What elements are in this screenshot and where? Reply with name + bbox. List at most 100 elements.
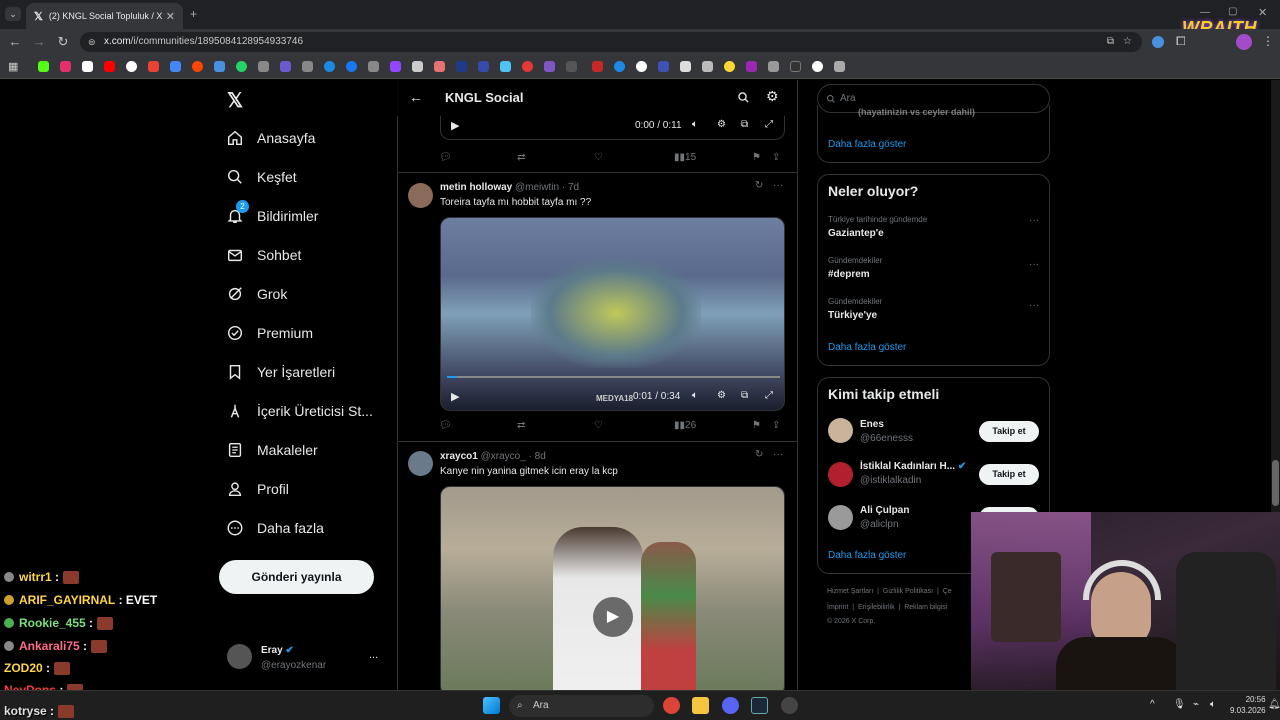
grok-explain-icon[interactable]: ↻ bbox=[755, 180, 763, 191]
search-icon[interactable] bbox=[737, 91, 750, 104]
bookmark-site-icon[interactable] bbox=[500, 61, 511, 72]
bookmark-kick-icon[interactable] bbox=[38, 61, 49, 72]
settings-icon[interactable]: ⚙ bbox=[717, 390, 726, 401]
like-icon[interactable]: ♡ bbox=[594, 152, 603, 163]
bookmark-site-icon[interactable] bbox=[636, 61, 647, 72]
nav-item-premium[interactable]: Premium bbox=[226, 320, 313, 346]
network-icon[interactable]: ⌁ bbox=[1193, 699, 1199, 710]
scrollbar-thumb[interactable] bbox=[1272, 460, 1279, 506]
bookmark-site-icon[interactable] bbox=[456, 61, 467, 72]
more-icon[interactable]: ··· bbox=[773, 449, 783, 460]
video-player[interactable]: ▶ 0:00 / 0:11 🔈︎ ⚙ ⧉ ⤢ bbox=[440, 112, 785, 140]
nav-item-articles[interactable]: Makaleler bbox=[226, 437, 318, 463]
bookmark-site-icon[interactable] bbox=[746, 61, 757, 72]
grok-explain-icon[interactable]: ↻ bbox=[755, 449, 763, 460]
bookmark-site-icon[interactable] bbox=[368, 61, 379, 72]
back-arrow-icon[interactable]: ← bbox=[409, 89, 423, 105]
bookmark-facebook-icon[interactable] bbox=[346, 61, 357, 72]
nav-item-bookmarks[interactable]: Yer İşaretleri bbox=[226, 359, 335, 385]
bookmark-site-icon[interactable] bbox=[790, 61, 801, 72]
settings-gear-icon[interactable]: ⚙ bbox=[766, 88, 779, 105]
bookmark-twitch-icon[interactable] bbox=[390, 61, 401, 72]
more-icon[interactable]: ··· bbox=[1029, 215, 1039, 226]
bookmark-translate-icon[interactable] bbox=[214, 61, 225, 72]
bookmark-site-icon[interactable] bbox=[478, 61, 489, 72]
tray-chevron-icon[interactable]: ^ bbox=[1150, 699, 1155, 710]
like-icon[interactable]: ♡ bbox=[594, 420, 603, 431]
extension-icon[interactable] bbox=[1152, 36, 1164, 48]
bookmark-site-icon[interactable] bbox=[702, 61, 713, 72]
bookmark-site-icon[interactable] bbox=[592, 61, 603, 72]
nav-item-profile[interactable]: Profil bbox=[226, 476, 289, 502]
notification-bell-icon[interactable]: 🔔︎ bbox=[1268, 699, 1280, 710]
bookmark-site-icon[interactable] bbox=[412, 61, 423, 72]
nav-item-notifications[interactable]: Bildirimler 2 bbox=[226, 200, 318, 229]
reply-icon[interactable]: 💬︎ bbox=[439, 152, 452, 163]
show-more-link[interactable]: Daha fazla göster bbox=[828, 342, 906, 353]
settings-icon[interactable]: ⚙ bbox=[717, 119, 726, 130]
share-icon[interactable]: ⇪ bbox=[772, 420, 780, 431]
app-icon[interactable] bbox=[781, 697, 798, 714]
reload-icon[interactable]: ↻ bbox=[54, 33, 72, 51]
reply-icon[interactable]: 💬︎ bbox=[439, 420, 452, 431]
fullscreen-icon[interactable]: ⤢ bbox=[765, 390, 773, 401]
account-switcher[interactable]: Eray ✔ @erayozkenar ... bbox=[219, 635, 379, 679]
nav-item-grok[interactable]: Grok bbox=[226, 281, 287, 307]
bookmark-google-icon[interactable] bbox=[126, 61, 137, 72]
tab-active[interactable]: 𝕏 (2) KNGL Social Topluluk / X ✕ bbox=[26, 3, 183, 29]
system-clock[interactable]: 20:56 9.03.2026 bbox=[1230, 694, 1266, 716]
bookmark-site-icon[interactable] bbox=[658, 61, 669, 72]
install-app-icon[interactable]: ⧉ bbox=[1107, 32, 1114, 52]
chrome-icon[interactable] bbox=[663, 697, 680, 714]
bookmark-icon[interactable]: ⚑ bbox=[752, 420, 761, 431]
video-progress-bar[interactable] bbox=[447, 376, 780, 378]
extensions-puzzle-icon[interactable]: ⧠ bbox=[1176, 34, 1186, 49]
pip-icon[interactable]: ⧉ bbox=[741, 119, 748, 130]
bookmark-instagram-icon[interactable] bbox=[60, 61, 71, 72]
nav-item-home[interactable]: Anasayfa bbox=[226, 125, 315, 151]
bookmark-whatsapp-icon[interactable] bbox=[236, 61, 247, 72]
follow-button[interactable]: Takip et bbox=[979, 464, 1039, 485]
share-icon[interactable]: ⇪ bbox=[772, 152, 780, 163]
bookmark-drive-icon[interactable] bbox=[170, 61, 181, 72]
footer-link[interactable]: İmprint bbox=[827, 604, 848, 611]
apps-grid-icon[interactable]: ▦ bbox=[8, 60, 18, 73]
footer-link[interactable]: Gizlilik Politikası bbox=[883, 588, 933, 595]
steam-icon[interactable] bbox=[751, 697, 768, 714]
bookmark-youtube-icon[interactable] bbox=[104, 61, 115, 72]
nav-item-messages[interactable]: Sohbet bbox=[226, 242, 301, 268]
bookmark-site-icon[interactable] bbox=[812, 61, 823, 72]
nav-item-explore[interactable]: Keşfet bbox=[226, 164, 297, 190]
windows-start-icon[interactable] bbox=[483, 697, 500, 714]
bookmark-x-icon[interactable] bbox=[82, 61, 93, 72]
bookmark-icon[interactable]: ⚑ bbox=[752, 152, 761, 163]
fullscreen-icon[interactable]: ⤢ bbox=[765, 119, 773, 130]
more-icon[interactable]: ··· bbox=[1029, 259, 1039, 270]
bookmark-site-icon[interactable] bbox=[566, 61, 577, 72]
bookmark-site-icon[interactable] bbox=[324, 61, 335, 72]
forward-icon[interactable]: → bbox=[30, 33, 48, 51]
new-tab-icon[interactable]: + bbox=[190, 7, 197, 21]
bookmark-gmail-icon[interactable] bbox=[148, 61, 159, 72]
microphone-icon[interactable]: 🎙︎ bbox=[1173, 699, 1186, 710]
speaker-icon[interactable]: 🔈︎ bbox=[1210, 699, 1216, 710]
maximize-icon[interactable]: ▢ bbox=[1228, 6, 1237, 17]
retweet-icon[interactable]: ⇄ bbox=[517, 152, 525, 163]
bookmark-reddit-icon[interactable] bbox=[192, 61, 203, 72]
more-icon[interactable]: ··· bbox=[773, 180, 783, 191]
bookmark-site-icon[interactable] bbox=[522, 61, 533, 72]
post-button[interactable]: Gönderi yayınla bbox=[219, 560, 374, 594]
play-icon[interactable]: ▶ bbox=[593, 597, 633, 637]
discord-icon[interactable] bbox=[722, 697, 739, 714]
profile-avatar[interactable] bbox=[1236, 34, 1252, 50]
footer-link[interactable]: Çe bbox=[943, 588, 952, 595]
nav-item-more[interactable]: Daha fazla bbox=[226, 515, 324, 541]
nav-item-creator-studio[interactable]: İçerik Üreticisi St... bbox=[226, 398, 373, 424]
bookmark-site-icon[interactable] bbox=[768, 61, 779, 72]
views-icon[interactable]: ▮▮ 26 bbox=[674, 420, 696, 431]
browser-menu-icon[interactable]: ⋮ bbox=[1262, 34, 1274, 48]
views-icon[interactable]: ▮▮ 15 bbox=[674, 152, 696, 163]
site-info-icon[interactable]: ⊜ bbox=[88, 32, 96, 52]
show-more-link[interactable]: Daha fazla göster bbox=[828, 139, 906, 150]
bookmark-site-icon[interactable] bbox=[434, 61, 445, 72]
